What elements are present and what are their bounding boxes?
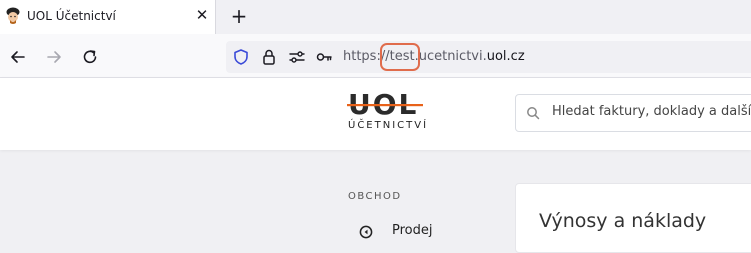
url-domain: uol.cz <box>486 49 525 64</box>
logo-subtitle: ÚČETNICTVÍ <box>348 120 429 131</box>
highlight-ring <box>380 43 420 71</box>
circle-arrow-left-icon <box>359 225 373 239</box>
card-title: Výnosy a náklady <box>539 210 707 232</box>
svg-text:UOL: UOL <box>348 88 418 118</box>
tab-title: UOL Účetnictví <box>27 9 116 23</box>
search-icon <box>527 107 540 120</box>
search-input[interactable]: Hledat faktury, doklady a další... <box>552 104 751 119</box>
uol-logo[interactable]: UOL <box>347 88 423 118</box>
favicon-icon <box>6 7 20 24</box>
tab-close-icon[interactable]: ✕ <box>193 5 211 25</box>
reload-icon[interactable] <box>80 47 100 67</box>
new-tab-button[interactable]: + <box>228 4 250 28</box>
back-icon[interactable] <box>8 47 28 67</box>
shield-icon[interactable] <box>232 48 250 66</box>
section-label-obchod: OBCHOD <box>348 191 402 202</box>
forward-icon[interactable] <box>44 47 64 67</box>
url-text[interactable]: https://test.ucetnictvi.uol.cz <box>343 49 525 64</box>
permissions-icon[interactable] <box>288 48 306 66</box>
lock-icon[interactable] <box>260 48 278 66</box>
sidebar-item-label: Prodej <box>392 223 433 238</box>
key-icon[interactable] <box>315 48 333 66</box>
